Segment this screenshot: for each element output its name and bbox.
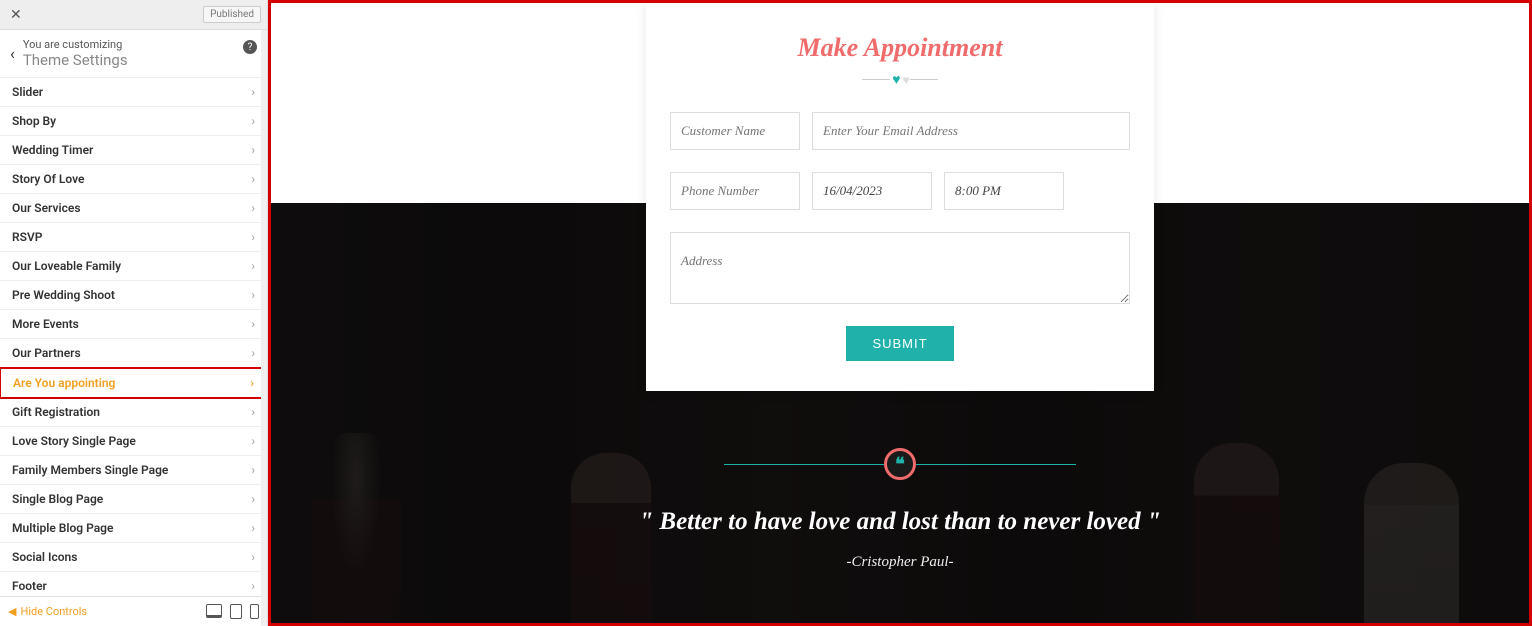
form-title: Make Appointment xyxy=(670,33,1130,63)
customizing-label: You are customizing xyxy=(23,38,257,51)
menu-label: Our Partners xyxy=(12,346,81,360)
chevron-right-icon: › xyxy=(251,317,255,331)
menu-item-wedding-timer[interactable]: Wedding Timer › xyxy=(0,136,267,165)
date-input[interactable] xyxy=(812,172,932,210)
menu-item-our-services[interactable]: Our Services › xyxy=(0,194,267,223)
menu-label: Slider xyxy=(12,85,43,99)
menu-label: Social Icons xyxy=(12,550,77,564)
close-icon[interactable]: ✕ xyxy=(6,7,26,23)
quote-divider: ❝ xyxy=(271,448,1529,480)
hide-controls-label: Hide Controls xyxy=(20,605,87,618)
sidebar-topbar: ✕ Published xyxy=(0,0,267,30)
testimonial-quote: " Better to have love and lost than to n… xyxy=(271,508,1529,536)
chevron-right-icon: › xyxy=(251,172,255,186)
submit-button[interactable]: SUBMIT xyxy=(846,326,953,361)
heart-divider: ♥ ♥ xyxy=(670,71,1130,88)
chevron-right-icon: › xyxy=(251,85,255,99)
menu-item-story-of-love[interactable]: Story Of Love › xyxy=(0,165,267,194)
chevron-right-icon: › xyxy=(251,288,255,302)
menu-item-social-icons[interactable]: Social Icons › xyxy=(0,543,267,572)
menu-label: Family Members Single Page xyxy=(12,463,168,477)
menu-label: Gift Registration xyxy=(12,405,100,419)
chevron-right-icon: › xyxy=(251,230,255,244)
menu-item-multiple-blog-page[interactable]: Multiple Blog Page › xyxy=(0,514,267,543)
menu-item-love-story-single-page[interactable]: Love Story Single Page › xyxy=(0,427,267,456)
testimonial-section: ❝ " Better to have love and lost than to… xyxy=(271,448,1529,571)
chevron-right-icon: › xyxy=(251,405,255,419)
menu-label: Shop By xyxy=(12,114,56,128)
chevron-right-icon: › xyxy=(251,579,255,593)
chevron-right-icon: › xyxy=(251,521,255,535)
published-badge: Published xyxy=(203,6,261,23)
menu-label: Our Loveable Family xyxy=(12,259,121,273)
menu-item-shop-by[interactable]: Shop By › xyxy=(0,107,267,136)
tablet-preview-icon[interactable] xyxy=(230,604,242,619)
address-input[interactable] xyxy=(670,232,1130,304)
menu-item-rsvp[interactable]: RSVP › xyxy=(0,223,267,252)
sidebar-footer: ◀ Hide Controls xyxy=(0,596,267,626)
menu-label: Wedding Timer xyxy=(12,143,93,157)
customizer-sidebar: ✕ Published ‹ You are customizing Theme … xyxy=(0,0,268,626)
menu-item-family-members-single-page[interactable]: Family Members Single Page › xyxy=(0,456,267,485)
testimonial-author: -Cristopher Paul- xyxy=(271,554,1529,571)
heart-icon: ♥ xyxy=(892,71,900,88)
chevron-right-icon: › xyxy=(251,463,255,477)
device-preview-toggles xyxy=(206,604,259,619)
settings-menu: Slider › Shop By › Wedding Timer › Story Of… xyxy=(0,78,267,596)
menu-label: Pre Wedding Shoot xyxy=(12,288,115,302)
sidebar-scrollbar[interactable] xyxy=(261,30,267,626)
heart-icon: ♥ xyxy=(903,73,910,87)
chevron-right-icon: › xyxy=(251,492,255,506)
menu-item-are-you-appointing[interactable]: Are You appointing › xyxy=(0,367,267,399)
menu-item-our-loveable-family[interactable]: Our Loveable Family › xyxy=(0,252,267,281)
mobile-preview-icon[interactable] xyxy=(250,604,259,619)
menu-item-pre-wedding-shoot[interactable]: Pre Wedding Shoot › xyxy=(0,281,267,310)
chevron-right-icon: › xyxy=(251,201,255,215)
email-input[interactable] xyxy=(812,112,1130,150)
chevron-right-icon: › xyxy=(251,114,255,128)
panel-title: Theme Settings xyxy=(23,51,257,69)
desktop-preview-icon[interactable] xyxy=(206,604,222,618)
chevron-right-icon: › xyxy=(251,143,255,157)
menu-label: Our Services xyxy=(12,201,81,215)
hide-controls-button[interactable]: ◀ Hide Controls xyxy=(8,605,87,618)
menu-item-footer[interactable]: Footer › xyxy=(0,572,267,596)
phone-input[interactable] xyxy=(670,172,800,210)
chevron-right-icon: › xyxy=(251,434,255,448)
chevron-right-icon: › xyxy=(251,259,255,273)
menu-item-slider[interactable]: Slider › xyxy=(0,78,267,107)
chevron-right-icon: › xyxy=(250,376,254,390)
collapse-icon: ◀ xyxy=(8,605,16,618)
menu-label: RSVP xyxy=(12,230,42,244)
sidebar-header: ‹ You are customizing Theme Settings ? xyxy=(0,30,267,78)
time-input[interactable] xyxy=(944,172,1064,210)
menu-label: Story Of Love xyxy=(12,172,84,186)
appointment-form-card: Make Appointment ♥ ♥ xyxy=(646,3,1154,391)
menu-label: Single Blog Page xyxy=(12,492,103,506)
menu-item-our-partners[interactable]: Our Partners › xyxy=(0,339,267,368)
help-icon[interactable]: ? xyxy=(243,40,257,54)
menu-item-gift-registration[interactable]: Gift Registration › xyxy=(0,398,267,427)
quote-icon: ❝ xyxy=(884,448,916,480)
customer-name-input[interactable] xyxy=(670,112,800,150)
back-arrow-icon[interactable]: ‹ xyxy=(10,44,15,63)
menu-item-more-events[interactable]: More Events › xyxy=(0,310,267,339)
chevron-right-icon: › xyxy=(251,550,255,564)
menu-label: Footer xyxy=(12,579,47,593)
preview-pane: Make Appointment ♥ ♥ xyxy=(268,0,1532,626)
menu-label: Multiple Blog Page xyxy=(12,521,113,535)
menu-label: Love Story Single Page xyxy=(12,434,136,448)
chevron-right-icon: › xyxy=(251,346,255,360)
menu-label: More Events xyxy=(12,317,79,331)
menu-label: Are You appointing xyxy=(13,376,115,390)
menu-item-single-blog-page[interactable]: Single Blog Page › xyxy=(0,485,267,514)
